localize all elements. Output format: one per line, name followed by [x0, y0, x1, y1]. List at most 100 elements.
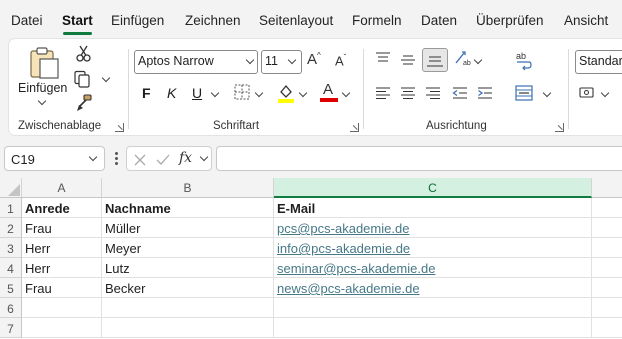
- cell-a2[interactable]: Frau: [22, 218, 102, 238]
- fill-color-icon[interactable]: [277, 83, 295, 103]
- cell-a7[interactable]: [22, 318, 102, 338]
- cell-b5[interactable]: Becker: [102, 278, 274, 298]
- cell-b2[interactable]: Müller: [102, 218, 274, 238]
- font-color-icon[interactable]: A: [320, 81, 338, 103]
- copy-icon[interactable]: [73, 70, 91, 88]
- svg-text:ab: ab: [516, 51, 526, 61]
- align-middle-icon[interactable]: [400, 53, 416, 67]
- cell-a5[interactable]: Frau: [22, 278, 102, 298]
- cell-c2-email-link[interactable]: pcs@pcs-akademie.de: [274, 218, 592, 238]
- wrap-text-icon[interactable]: ab: [515, 51, 533, 71]
- paste-icon[interactable]: [25, 47, 63, 79]
- cell-c6[interactable]: [274, 298, 592, 318]
- paste-dropdown-chevron-icon[interactable]: [37, 96, 47, 106]
- font-color-chevron-icon[interactable]: [341, 88, 351, 98]
- clipboard-launcher-icon[interactable]: [115, 123, 124, 132]
- italic-icon[interactable]: K: [167, 85, 176, 101]
- row-header[interactable]: 6: [0, 298, 22, 318]
- tab-start[interactable]: Start: [62, 13, 93, 28]
- tab-seitenlayout[interactable]: Seitenlayout: [259, 13, 333, 28]
- cell-a3[interactable]: Herr: [22, 238, 102, 258]
- cell-c1[interactable]: E-Mail: [274, 198, 592, 218]
- cell-a4[interactable]: Herr: [22, 258, 102, 278]
- column-header-d[interactable]: [592, 178, 622, 198]
- tab-zeichnen[interactable]: Zeichnen: [185, 13, 241, 28]
- column-header-c[interactable]: C: [274, 178, 592, 198]
- cell-d2[interactable]: [592, 218, 622, 238]
- row-header[interactable]: 2: [0, 218, 22, 238]
- format-painter-icon[interactable]: [75, 94, 93, 112]
- align-left-icon[interactable]: [375, 86, 391, 100]
- underline-icon[interactable]: U: [192, 85, 202, 101]
- underline-chevron-icon[interactable]: [210, 88, 220, 98]
- merge-center-icon[interactable]: [515, 84, 533, 102]
- cell-d5[interactable]: [592, 278, 622, 298]
- more-options-icon[interactable]: [115, 152, 118, 166]
- formula-input[interactable]: [216, 146, 622, 171]
- font-size-value: 11: [265, 54, 278, 68]
- font-size-select[interactable]: 11: [261, 50, 302, 74]
- cell-c5-email-link[interactable]: news@pcs-akademie.de: [274, 278, 592, 298]
- accounting-format-icon[interactable]: [579, 85, 597, 101]
- tab-daten[interactable]: Daten: [421, 13, 457, 28]
- select-all-corner[interactable]: [0, 178, 22, 198]
- increase-indent-icon[interactable]: [477, 86, 493, 100]
- cut-icon[interactable]: [75, 45, 93, 63]
- worksheet-grid: A B C 1 2 3 4 5 6 7 Anrede Nachname E-Ma…: [0, 178, 622, 339]
- font-name-select[interactable]: Aptos Narrow: [134, 50, 258, 74]
- insert-function-icon[interactable]: fx: [179, 150, 192, 166]
- cell-b3[interactable]: Meyer: [102, 238, 274, 258]
- row-header[interactable]: 7: [0, 318, 22, 338]
- column-header-b[interactable]: B: [102, 178, 274, 198]
- orientation-chevron-icon[interactable]: [473, 55, 483, 65]
- align-bottom-icon[interactable]: [422, 48, 448, 72]
- paste-button[interactable]: Einfügen: [18, 81, 67, 95]
- fx-chevron-icon[interactable]: [199, 152, 209, 162]
- decrease-indent-icon[interactable]: [452, 86, 468, 100]
- row-header[interactable]: 3: [0, 238, 22, 258]
- alignment-launcher-icon[interactable]: [555, 123, 564, 132]
- cell-a1[interactable]: Anrede: [22, 198, 102, 218]
- bold-icon[interactable]: F: [142, 85, 151, 101]
- column-header-a[interactable]: A: [22, 178, 102, 198]
- cell-a6[interactable]: [22, 298, 102, 318]
- accounting-chevron-icon[interactable]: [600, 88, 610, 98]
- align-right-icon[interactable]: [425, 86, 441, 100]
- cell-d6[interactable]: [592, 298, 622, 318]
- tab-ansicht[interactable]: Ansicht: [564, 13, 608, 28]
- tab-datei[interactable]: Datei: [11, 13, 43, 28]
- row-header[interactable]: 1: [0, 198, 22, 218]
- fill-color-chevron-icon[interactable]: [298, 88, 308, 98]
- orientation-icon[interactable]: ab: [454, 49, 472, 67]
- enter-icon[interactable]: [155, 153, 171, 167]
- align-top-icon[interactable]: [375, 51, 391, 65]
- number-format-select[interactable]: Standard: [575, 50, 622, 74]
- increase-font-size-icon[interactable]: A^: [307, 51, 321, 68]
- cancel-icon[interactable]: [133, 153, 147, 167]
- cell-b4[interactable]: Lutz: [102, 258, 274, 278]
- cell-b7[interactable]: [102, 318, 274, 338]
- group-label-zwischenablage: Zwischenablage: [18, 120, 102, 132]
- border-icon[interactable]: [234, 84, 250, 100]
- row-header[interactable]: 4: [0, 258, 22, 278]
- cell-b1[interactable]: Nachname: [102, 198, 274, 218]
- decrease-font-size-icon[interactable]: Aˇ: [335, 53, 346, 68]
- tab-einfuegen[interactable]: Einfügen: [111, 13, 164, 28]
- tab-formeln[interactable]: Formeln: [352, 13, 402, 28]
- align-center-icon[interactable]: [400, 86, 416, 100]
- cell-c4-email-link[interactable]: seminar@pcs-akademie.de: [274, 258, 592, 278]
- merge-chevron-icon[interactable]: [542, 88, 552, 98]
- copy-dropdown-chevron-icon[interactable]: [101, 73, 111, 83]
- cell-c7[interactable]: [274, 318, 592, 338]
- cell-d3[interactable]: [592, 238, 622, 258]
- border-chevron-icon[interactable]: [254, 88, 264, 98]
- cell-d7[interactable]: [592, 318, 622, 338]
- row-header[interactable]: 5: [0, 278, 22, 298]
- cell-d1[interactable]: [592, 198, 622, 218]
- tab-ueberpruefen[interactable]: Überprüfen: [476, 13, 544, 28]
- font-launcher-icon[interactable]: [350, 123, 359, 132]
- cell-c3-email-link[interactable]: info@pcs-akademie.de: [274, 238, 592, 258]
- cell-b6[interactable]: [102, 298, 274, 318]
- formula-controls: fx: [126, 146, 212, 171]
- cell-d4[interactable]: [592, 258, 622, 278]
